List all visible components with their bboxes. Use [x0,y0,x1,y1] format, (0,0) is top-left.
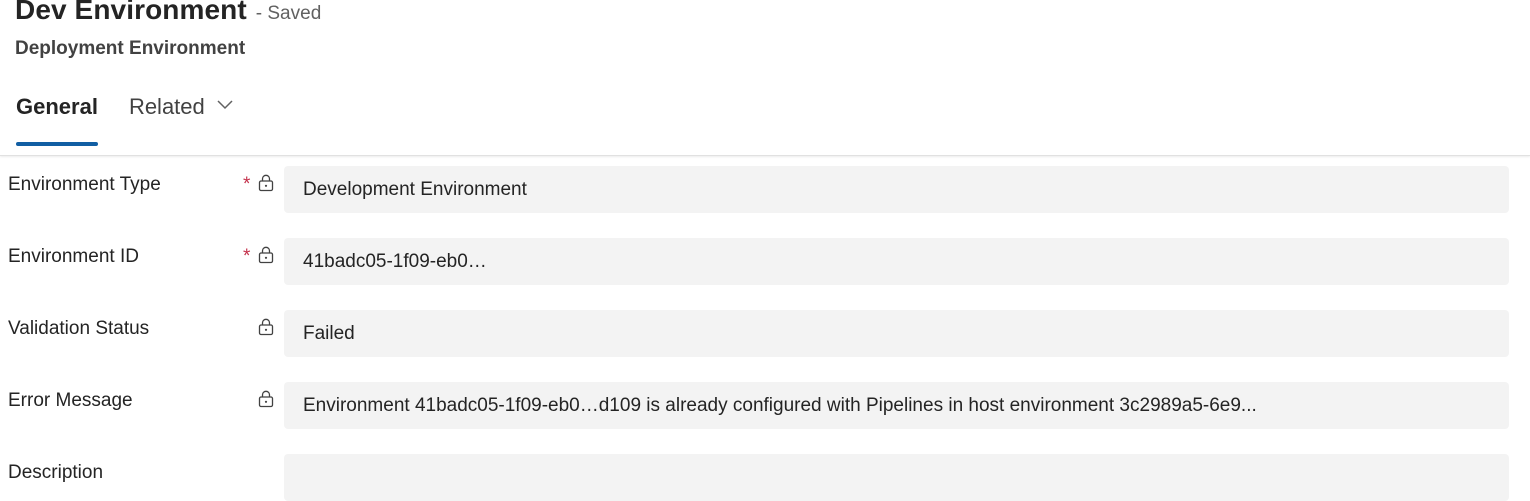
validation-status-field[interactable]: Failed [284,310,1509,357]
environment-type-field[interactable]: Development Environment [284,166,1509,213]
environment-id-value: 41badc05-1f09-eb0… [303,250,487,272]
required-indicator: * [243,246,251,267]
tab-general[interactable]: General [16,90,98,146]
validation-status-row: Validation Status Failed [0,300,1530,357]
environment-id-field[interactable]: 41badc05-1f09-eb0… [284,238,1509,285]
description-field[interactable] [284,454,1509,501]
lock-icon [258,246,274,264]
validation-status-label: Validation Status [8,318,150,339]
description-label: Description [8,462,104,483]
error-message-value: Environment 41badc05-1f09-eb0…d109 is al… [303,394,1257,416]
lock-icon [258,174,274,192]
error-message-row: Error Message Environment 41badc05-1f09-… [0,372,1530,429]
tab-general-label: General [16,94,98,119]
tab-list: General Related [16,90,233,146]
saved-status: - Saved [255,3,322,24]
validation-status-value: Failed [303,322,355,344]
environment-type-value: Development Environment [303,178,527,200]
title-row: Dev Environment - Saved [15,0,321,26]
chevron-down-icon [217,100,233,110]
record-header: Dev Environment - Saved Deployment Envir… [0,0,1530,156]
environment-id-row: Environment ID * 41badc05-1f09-eb0… [0,228,1530,285]
error-message-field[interactable]: Environment 41badc05-1f09-eb0…d109 is al… [284,382,1509,429]
page-title: Dev Environment [15,0,247,25]
environment-type-label: Environment Type [8,174,161,195]
lock-icon [258,318,274,336]
lock-icon [258,390,274,408]
tab-related[interactable]: Related [129,90,233,146]
description-row: Description [0,444,1530,501]
environment-type-row: Environment Type * Development Environme… [0,156,1530,213]
environment-id-label: Environment ID [8,246,139,267]
required-indicator: * [243,174,251,195]
tab-related-label: Related [128,94,205,119]
entity-subtitle: Deployment Environment [15,38,246,59]
error-message-label: Error Message [8,390,133,411]
